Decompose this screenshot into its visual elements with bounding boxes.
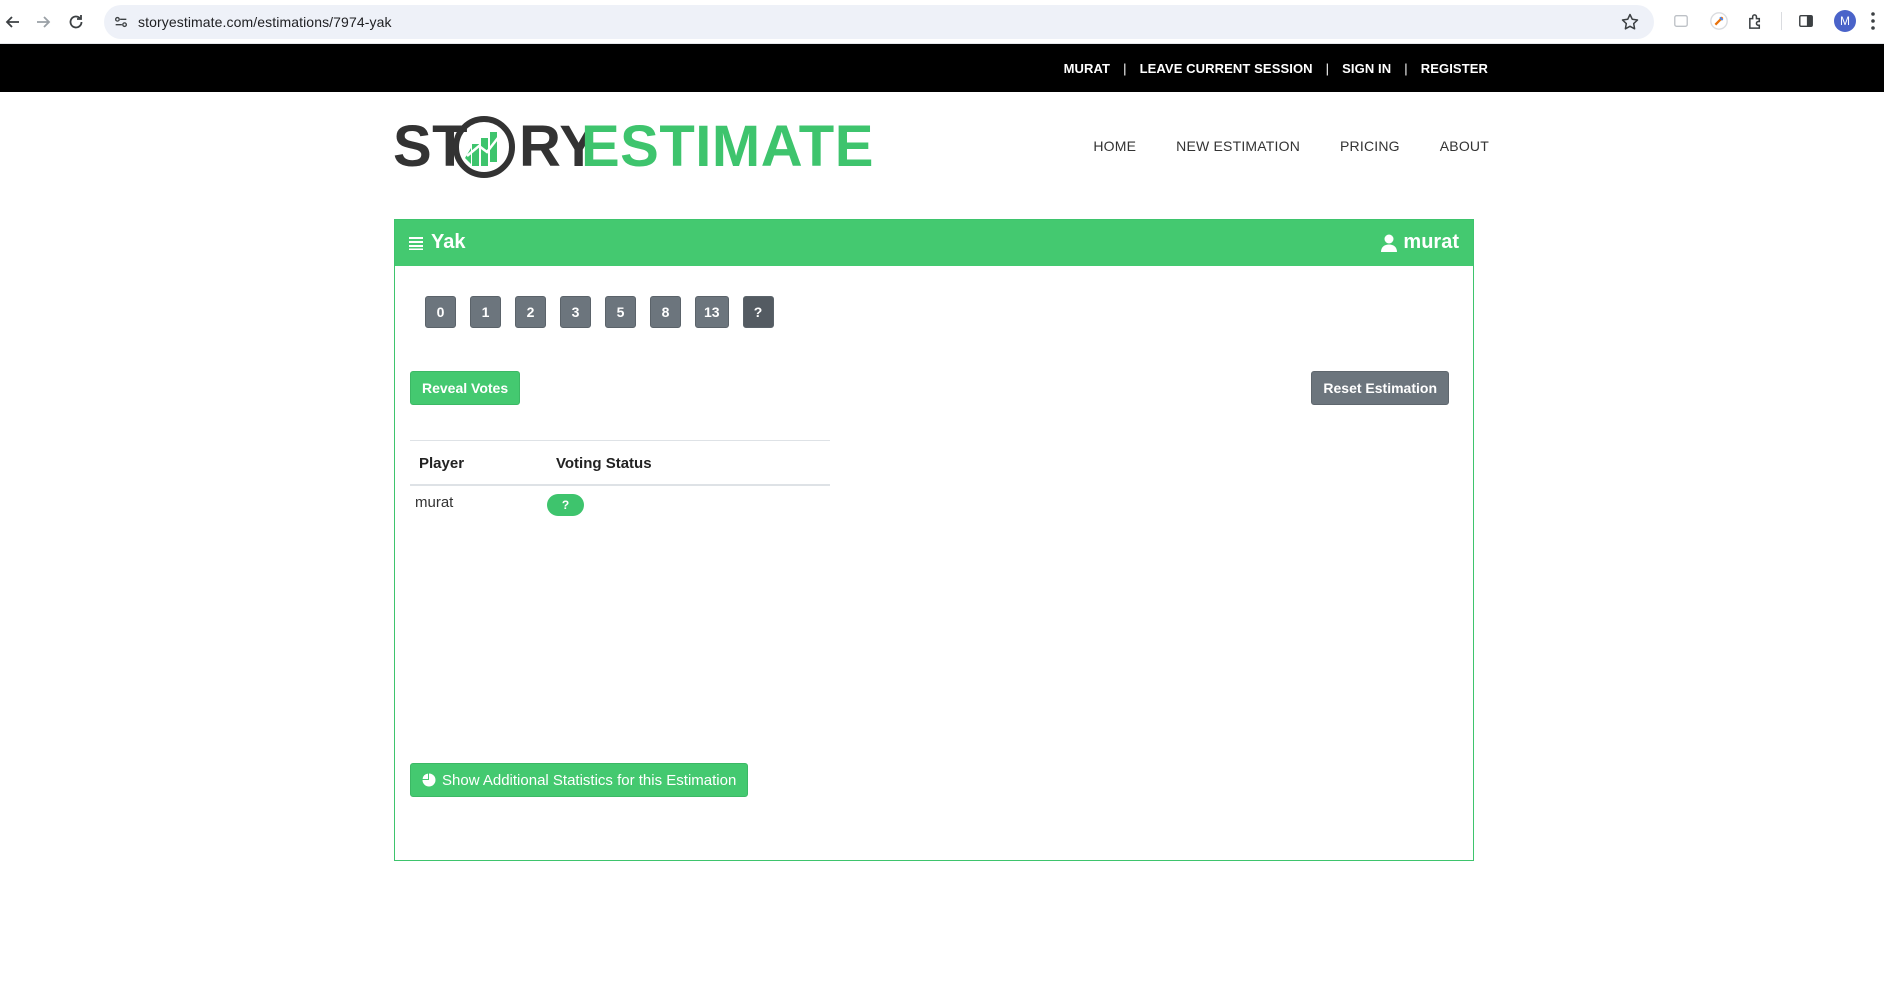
nav-about[interactable]: ABOUT: [1440, 138, 1489, 154]
vote-card-1[interactable]: 1: [470, 296, 501, 328]
player-name: murat: [415, 494, 454, 511]
players-table: Player Voting Status murat ?: [410, 440, 830, 526]
current-user-link[interactable]: MURAT: [1064, 61, 1110, 76]
show-statistics-button[interactable]: Show Additional Statistics for this Esti…: [410, 763, 749, 797]
vote-card-2[interactable]: 2: [515, 296, 546, 328]
nav-new-estimation[interactable]: NEW ESTIMATION: [1176, 138, 1300, 154]
vote-card-8[interactable]: 8: [650, 296, 681, 328]
user-icon: [1381, 234, 1398, 252]
address-bar[interactable]: storyestimate.com/estimations/7974-yak: [104, 5, 1654, 39]
vote-cards: 0 1 2 3 5 8 13 ?: [425, 296, 774, 328]
extension-icon[interactable]: [1670, 10, 1692, 32]
reveal-votes-button[interactable]: Reveal Votes: [410, 371, 521, 405]
separator: |: [1404, 60, 1408, 76]
reset-estimation-button[interactable]: Reset Estimation: [1311, 371, 1449, 405]
estimation-title-group: Yak: [409, 231, 465, 254]
main-navigation: HOME NEW ESTIMATION PRICING ABOUT: [1093, 138, 1489, 154]
estimation-title: Yak: [431, 231, 466, 253]
separator: |: [1123, 60, 1127, 76]
pie-chart-icon: [422, 773, 436, 787]
forward-arrow-icon[interactable]: [30, 9, 56, 35]
estimation-user-name: murat: [1403, 231, 1459, 253]
toolbar-divider: [1781, 12, 1782, 30]
table-row: murat ?: [410, 486, 830, 526]
site-settings-icon[interactable]: [112, 13, 130, 31]
puzzle-extensions-icon[interactable]: [1744, 10, 1766, 32]
voting-status-badge: ?: [547, 494, 584, 516]
sign-in-link[interactable]: SIGN IN: [1342, 61, 1391, 76]
account-links: MURAT | LEAVE CURRENT SESSION | SIGN IN …: [1064, 44, 1488, 92]
vote-card-0[interactable]: 0: [425, 296, 456, 328]
side-panel-icon[interactable]: [1795, 10, 1817, 32]
vote-card-unknown[interactable]: ?: [742, 296, 774, 328]
url-text: storyestimate.com/estimations/7974-yak: [138, 14, 392, 30]
reload-icon[interactable]: [63, 9, 89, 35]
separator: |: [1325, 60, 1330, 76]
estimation-panel: Yak murat 0 1 2 3 5 8 13 ? Reveal Votes …: [394, 219, 1474, 861]
estimation-header: Yak murat: [395, 220, 1473, 266]
table-header: Player Voting Status: [410, 440, 830, 486]
vote-card-13[interactable]: 13: [695, 296, 729, 328]
logo-text-estimate: ESTIMATE: [581, 114, 874, 179]
nav-pricing[interactable]: PRICING: [1340, 138, 1400, 154]
back-arrow-icon[interactable]: [0, 9, 26, 35]
register-link[interactable]: REGISTER: [1421, 61, 1488, 76]
account-topbar: MURAT | LEAVE CURRENT SESSION | SIGN IN …: [0, 44, 1884, 92]
column-header-voting-status: Voting Status: [556, 455, 652, 472]
color-picker-extension-icon[interactable]: [1708, 10, 1730, 32]
show-statistics-label: Show Additional Statistics for this Esti…: [442, 771, 737, 789]
bookmark-star-icon[interactable]: [1620, 12, 1640, 32]
vote-card-5[interactable]: 5: [605, 296, 636, 328]
logo-chart-o-icon: [453, 116, 515, 178]
column-header-player: Player: [419, 455, 465, 472]
estimation-user-group: murat: [1381, 231, 1459, 254]
menu-lines-icon[interactable]: [409, 236, 423, 250]
browser-menu-icon[interactable]: [1868, 10, 1878, 32]
nav-home[interactable]: HOME: [1093, 138, 1136, 154]
storyestimate-logo[interactable]: ST RY ESTIMATE: [393, 112, 873, 182]
leave-session-link[interactable]: LEAVE CURRENT SESSION: [1140, 61, 1313, 76]
vote-card-3[interactable]: 3: [560, 296, 591, 328]
profile-avatar[interactable]: M: [1834, 10, 1856, 32]
browser-toolbar: storyestimate.com/estimations/7974-yak M: [0, 0, 1884, 44]
